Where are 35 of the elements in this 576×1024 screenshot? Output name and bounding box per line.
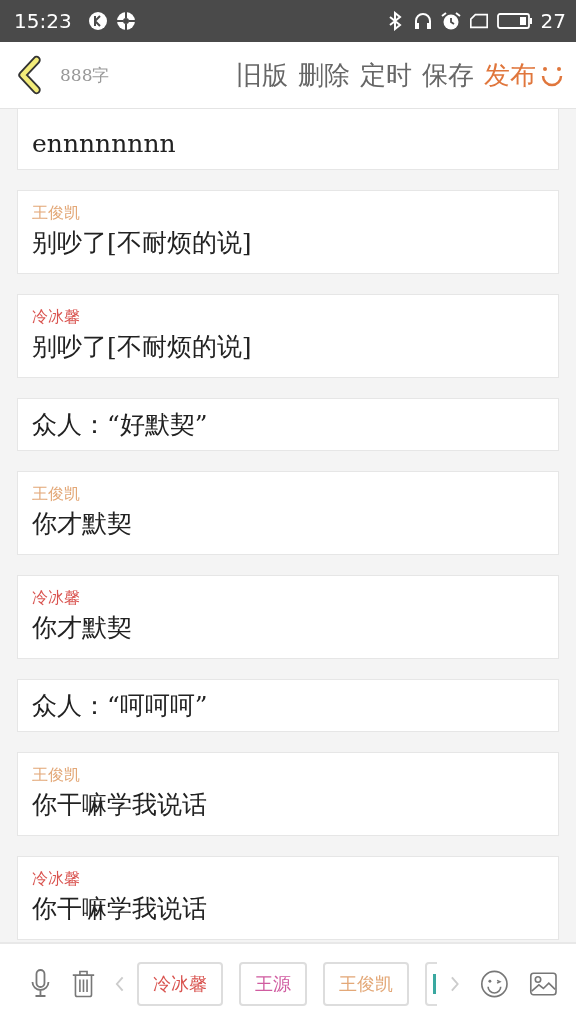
toolbar-button[interactable]: 保存	[422, 57, 474, 93]
toolbar-button[interactable]: 旧版	[236, 57, 288, 93]
emoji-icon[interactable]	[480, 969, 510, 999]
message-text: 你干嘛学我说话	[32, 893, 208, 925]
speaker-chip[interactable]: 冷冰馨	[137, 962, 224, 1006]
speaker-name: 王俊凯	[32, 483, 81, 505]
message-text: 你干嘛学我说话	[32, 789, 208, 821]
toolbar-button[interactable]: 删除	[298, 57, 350, 93]
alarm-icon	[440, 11, 461, 31]
headphones-icon	[412, 11, 433, 31]
word-count: 888字	[60, 63, 110, 87]
message-text: 众人：“呵呵呵”	[32, 690, 209, 722]
battery-icon	[496, 11, 533, 31]
message-text: 你才默契	[32, 612, 133, 644]
publish-button[interactable]: 发布	[484, 57, 536, 93]
speaker-name: 冷冰馨	[32, 306, 81, 328]
sim-icon	[468, 11, 489, 31]
message-text: 众人：“好默契”	[32, 409, 209, 441]
status-time: 15:23	[14, 9, 72, 33]
speaker-name: 冷冰馨	[32, 868, 81, 890]
battery-level: 27	[540, 9, 566, 33]
speaker-name: 冷冰馨	[32, 587, 81, 609]
toolbar-button[interactable]: 定时	[360, 57, 412, 93]
message-text: 别吵了[不耐烦的说]	[32, 331, 253, 363]
aperture-icon	[115, 11, 136, 31]
trash-icon[interactable]	[70, 968, 96, 1000]
app-icon	[87, 11, 108, 31]
back-icon[interactable]	[16, 55, 44, 95]
message-text: 别吵了[不耐烦的说]	[32, 227, 253, 259]
speaker-name: 王俊凯	[32, 202, 81, 224]
image-icon[interactable]	[529, 969, 558, 999]
speaker-name: 王俊凯	[32, 764, 81, 786]
speaker-chip[interactable]: 王源	[239, 962, 308, 1006]
message-text: 你才默契	[32, 508, 133, 540]
message-text: ennnnnnnn	[32, 128, 177, 160]
